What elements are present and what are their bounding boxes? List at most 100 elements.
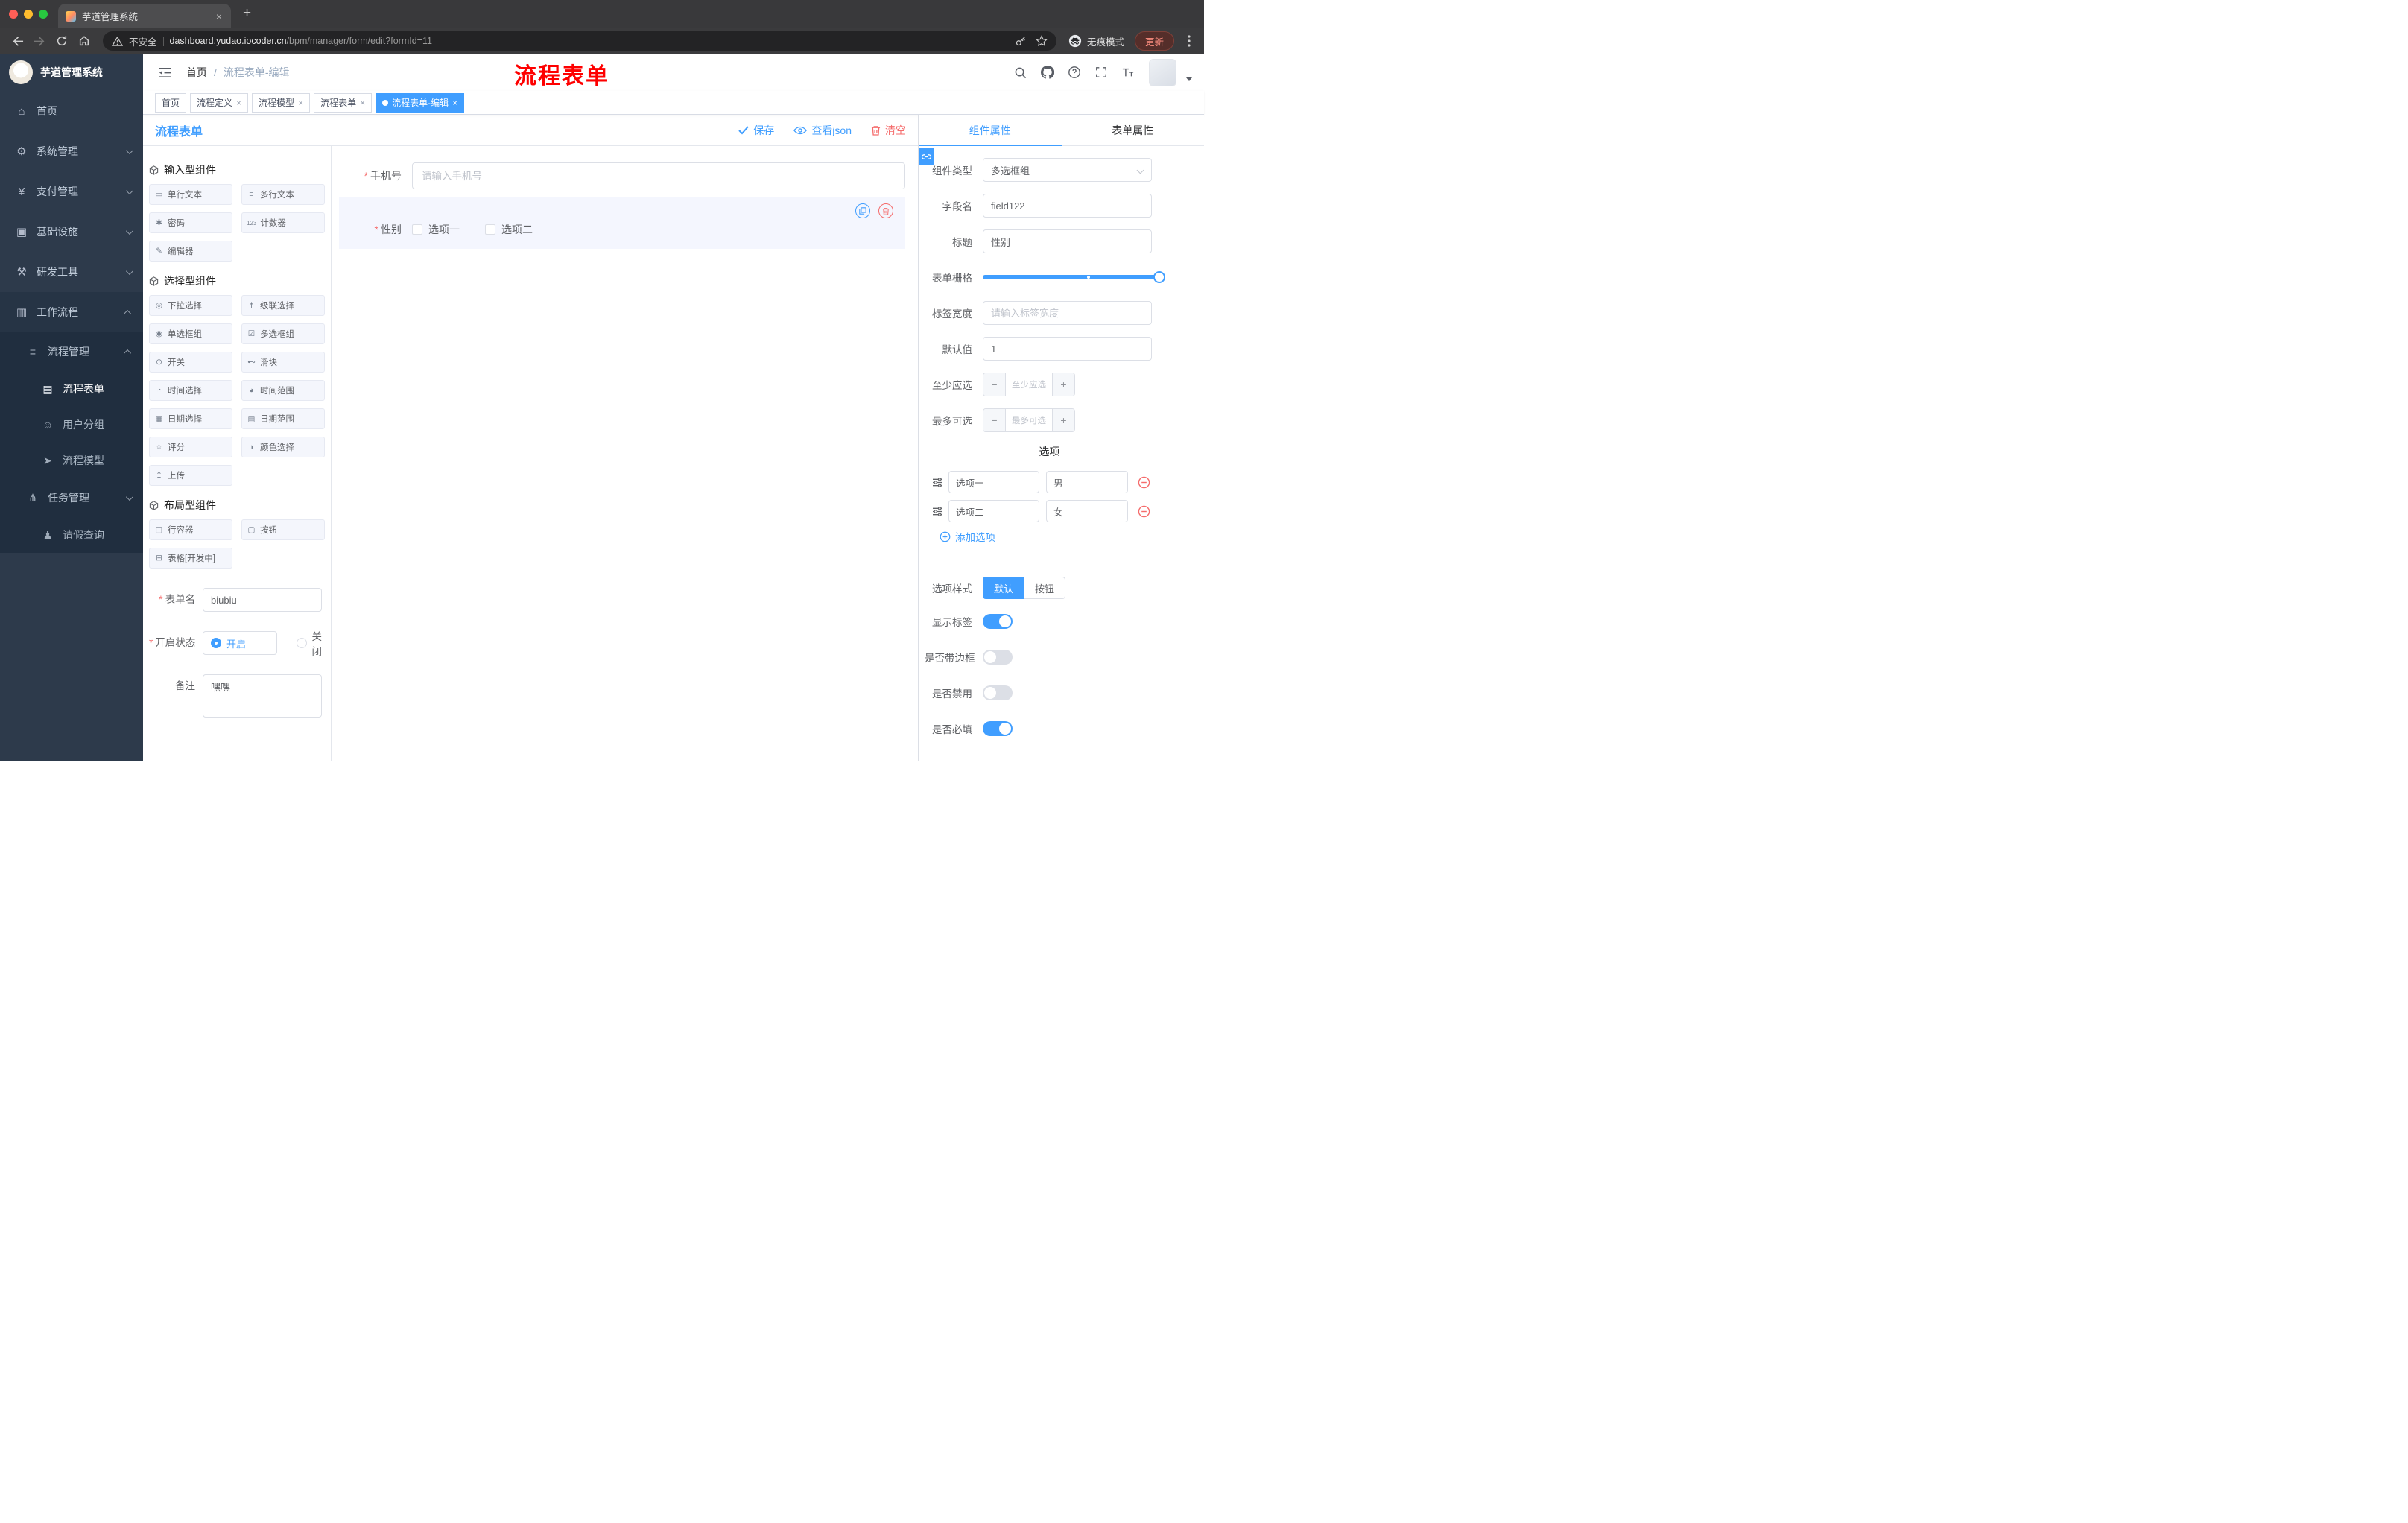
remove-option-button[interactable] [1138,476,1150,489]
palette-item-time-picker[interactable]: ◔ 时间选择 [149,380,232,401]
style-default-button[interactable]: 默认 [983,577,1025,599]
canvas-field-phone[interactable]: 手机号 [339,162,905,189]
password-key-icon[interactable] [1015,35,1027,47]
status-radio-on[interactable]: 开启 [203,631,277,655]
slider-handle[interactable] [1153,271,1165,283]
sidebar-item-home[interactable]: ⌂ 首页 [0,91,143,131]
sidebar-item-infra[interactable]: ▣ 基础设施 [0,212,143,252]
palette-item-row-container[interactable]: ◫ 行容器 [149,519,232,540]
drag-handle-icon[interactable] [932,477,943,487]
sidebar-item-leave-query[interactable]: ♟ 请假查询 [0,517,143,553]
palette-item-rate[interactable]: ☆ 评分 [149,437,232,457]
palette-item-editor[interactable]: ✎ 编辑器 [149,241,232,262]
tab-component-props[interactable]: 组件属性 [919,115,1062,146]
zoom-window-button[interactable] [39,10,48,19]
browser-tab[interactable]: 芋道管理系统 × [58,4,231,28]
url-text[interactable]: dashboard.yudao.iocoder.cn/bpm/manager/f… [170,36,1009,46]
back-icon[interactable] [7,31,27,51]
clear-button[interactable]: 清空 [871,123,906,138]
new-tab-button[interactable]: + [243,6,251,23]
palette-item-counter[interactable]: 123 计数器 [241,212,325,233]
breadcrumb-home[interactable]: 首页 [186,65,207,80]
field-name-input[interactable] [983,194,1152,218]
sidebar-item-process-form[interactable]: ▤ 流程表单 [0,371,143,407]
minus-button[interactable]: − [983,409,1006,431]
tag-process-form-edit[interactable]: 流程表单-编辑 × [376,92,465,113]
option-value-input[interactable] [1046,500,1128,522]
palette-item-slider[interactable]: ⊷ 滑块 [241,352,325,373]
font-size-icon[interactable] [1118,63,1138,83]
bookmark-star-icon[interactable] [1036,35,1048,47]
github-icon[interactable] [1037,63,1057,83]
tag-home[interactable]: 首页 [155,92,187,113]
tag-process-model[interactable]: 流程模型 × [252,92,311,113]
canvas-field-gender-selected[interactable]: 性别 选项一 选项二 [339,197,905,249]
palette-item-multi-line-text[interactable]: ≡ 多行文本 [241,184,325,205]
search-icon[interactable] [1010,63,1030,83]
close-icon[interactable]: × [236,98,241,107]
close-window-button[interactable] [9,10,18,19]
tab-form-props[interactable]: 表单属性 [1062,115,1205,145]
sidebar-item-process-mgmt[interactable]: ≡ 流程管理 [0,332,143,371]
reload-icon[interactable] [52,31,72,51]
drag-handle-icon[interactable] [932,506,943,516]
view-json-button[interactable]: 查看json [793,123,852,138]
browser-menu-icon[interactable] [1182,31,1197,51]
option-label-input[interactable] [948,500,1039,522]
update-button[interactable]: 更新 [1134,31,1174,51]
status-radio-off[interactable]: 关闭 [296,628,322,658]
label-width-input[interactable] [983,301,1152,325]
form-name-input[interactable] [203,588,322,612]
sidebar-item-process-model[interactable]: ➤ 流程模型 [0,443,143,478]
palette-item-table[interactable]: ⊞ 表格[开发中] [149,548,232,569]
show-label-switch[interactable] [983,614,1013,629]
option-label-input[interactable] [948,471,1039,493]
palette-item-checkbox-group[interactable]: ☑ 多选框组 [241,323,325,344]
design-canvas[interactable]: 手机号 [332,146,918,762]
border-switch[interactable] [983,650,1013,665]
checkbox-icon[interactable] [485,224,495,235]
delete-field-button[interactable] [878,203,893,218]
plus-button[interactable]: + [1052,409,1074,431]
sidebar-item-payment[interactable]: ¥ 支付管理 [0,171,143,212]
palette-item-select[interactable]: ◎ 下拉选择 [149,295,232,316]
tab-close-icon[interactable]: × [215,10,224,23]
gender-option-1[interactable]: 选项一 [412,222,460,237]
copy-field-button[interactable] [855,203,870,218]
add-option-button[interactable]: 添加选项 [940,529,1174,544]
address-bar[interactable]: 不安全 dashboard.yudao.iocoder.cn/bpm/manag… [103,31,1056,51]
palette-item-cascader[interactable]: ⋔ 级联选择 [241,295,325,316]
palette-item-single-line-text[interactable]: ▭ 单行文本 [149,184,232,205]
phone-field-input[interactable] [412,162,905,189]
option-value-input[interactable] [1046,471,1128,493]
forward-icon[interactable] [30,31,49,51]
tag-process-definition[interactable]: 流程定义 × [190,92,249,113]
form-remark-textarea[interactable]: 嘿嘿 [203,674,322,718]
sidebar-item-devtools[interactable]: ⚒ 研发工具 [0,252,143,292]
sidebar-item-system[interactable]: ⚙ 系统管理 [0,131,143,171]
close-icon[interactable]: × [360,98,365,107]
palette-item-date-range[interactable]: ▤ 日期范围 [241,408,325,429]
gender-option-2[interactable]: 选项二 [485,222,533,237]
title-input[interactable] [983,229,1152,253]
palette-item-password[interactable]: ✱ 密码 [149,212,232,233]
sidebar-item-workflow[interactable]: ▥ 工作流程 [0,292,143,332]
palette-item-time-range[interactable]: ◕ 时间范围 [241,380,325,401]
hamburger-icon[interactable] [155,63,174,82]
disabled-switch[interactable] [983,685,1013,700]
help-icon[interactable] [1064,63,1084,83]
close-icon[interactable]: × [452,98,457,107]
palette-item-date-picker[interactable]: ▦ 日期选择 [149,408,232,429]
palette-item-radio-group[interactable]: ◉ 单选框组 [149,323,232,344]
minus-button[interactable]: − [983,373,1006,396]
form-grid-slider[interactable] [983,265,1165,289]
component-type-select[interactable]: 多选框组 [983,158,1152,182]
fullscreen-icon[interactable] [1091,63,1111,83]
plus-button[interactable]: + [1052,373,1074,396]
palette-item-switch[interactable]: ⊙ 开关 [149,352,232,373]
save-button[interactable]: 保存 [738,123,774,138]
default-value-input[interactable] [983,337,1152,361]
close-icon[interactable]: × [298,98,303,107]
palette-item-upload[interactable]: ↥ 上传 [149,465,232,486]
sidebar-item-user-groups[interactable]: ☺ 用户分组 [0,407,143,443]
